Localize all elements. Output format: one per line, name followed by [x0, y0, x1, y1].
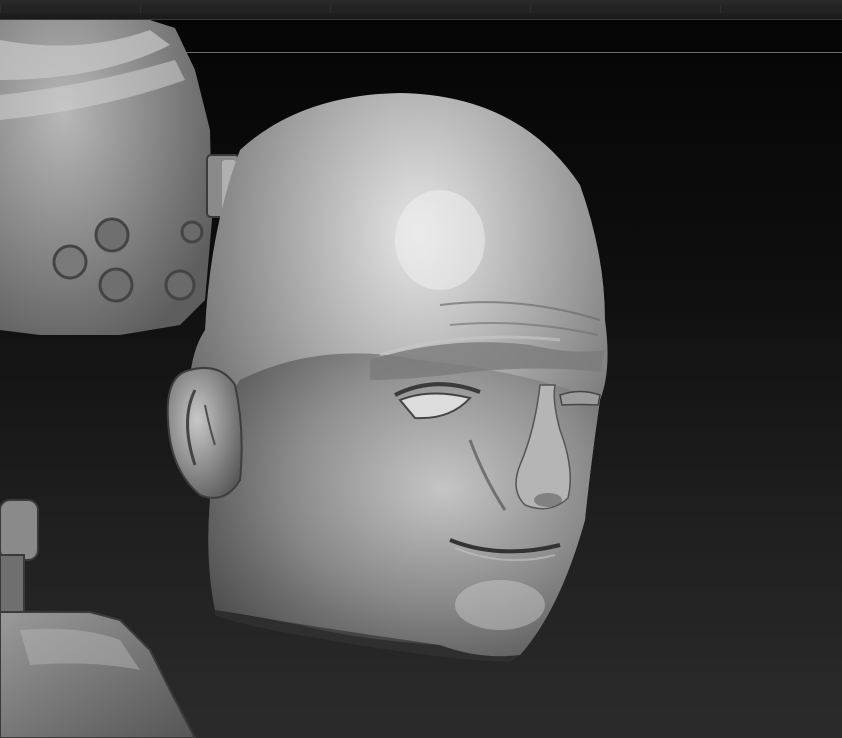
- toolbar-segment[interactable]: [140, 5, 331, 13]
- toolbar-segment[interactable]: [0, 5, 141, 13]
- sculpt-app: [0, 0, 842, 738]
- helmet-fragment[interactable]: [0, 20, 240, 335]
- shoulder-armor-fragment[interactable]: [0, 611, 197, 738]
- ear-icon: [166, 366, 243, 499]
- top-toolbar-strip[interactable]: [0, 0, 842, 20]
- toolbar-segment[interactable]: [720, 5, 842, 13]
- toolbar-segment[interactable]: [330, 5, 531, 13]
- 3d-viewport[interactable]: [0, 20, 842, 738]
- sculpted-bald-head[interactable]: [166, 93, 608, 662]
- sculpt-scene: [0, 20, 608, 738]
- toolbar-segment[interactable]: [530, 5, 721, 13]
